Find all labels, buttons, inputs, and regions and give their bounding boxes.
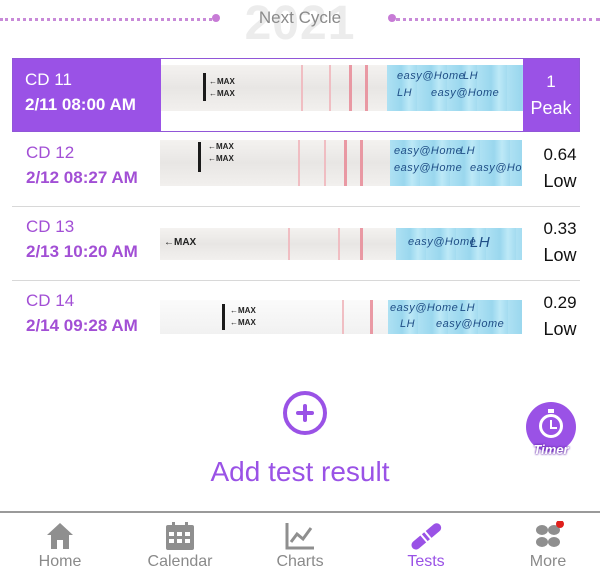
strip-brand: easy@Home [431,87,500,99]
test-datetime: 2/13 10:20 AM [26,242,138,261]
test-datetime: 2/11 08:00 AM [25,95,136,114]
nav-home[interactable]: Home [0,513,120,579]
timer-label: Timer [533,442,569,457]
strip-max-label: ←MAX [209,77,235,86]
strip-max-label: ←MAX [208,154,234,163]
strip-lh: LH [400,318,416,330]
test-strip-image: ←MAX ←MAX easy@Home LH LH easy@Home [161,65,523,111]
result-value: 1 [546,72,556,91]
test-row[interactable]: CD 12 2/12 08:27 AM ←MAX ←MAX easy@Home … [0,132,600,206]
strip-brand: easy@Home [436,318,505,330]
test-meta: CD 13 2/13 10:20 AM [14,206,160,280]
result-value: 0.64 [543,145,577,164]
test-datetime: 2/12 08:27 AM [26,168,138,187]
nav-charts[interactable]: Charts [240,513,360,579]
test-strip-image: ←MAX ←MAX easy@Home LH LH easy@Home [160,300,522,334]
cycle-day: CD 14 [26,291,75,310]
strip-max-label: ←MAX [230,306,256,315]
test-result: 0.64 Low [526,132,594,206]
nav-calendar[interactable]: Calendar [120,513,240,579]
timer-button[interactable]: Timer [526,402,576,458]
test-strip-image: ←MAX ←MAX easy@Home LH easy@Home easy@Ho… [160,140,522,186]
cycle-header: 2021 Next Cycle [0,0,600,48]
result-level: Peak [530,98,572,118]
test-meta: CD 14 2/14 09:28 AM [14,280,160,354]
test-meta: CD 12 2/12 08:27 AM [14,132,160,206]
more-icon [536,521,564,547]
nav-charts-label: Charts [276,553,324,570]
nav-more-label: More [529,553,567,570]
strip-brand: easy@Home [408,236,477,248]
nav-more[interactable]: More [488,513,600,579]
test-row[interactable]: CD 11 2/11 08:00 AM ←MAX ←MAX easy@Home … [12,58,580,132]
cycle-day: CD 13 [26,217,75,236]
test-strip-icon [411,523,442,550]
add-test-icon[interactable] [283,391,327,435]
nav-tests[interactable]: Tests [366,513,486,579]
result-level: Low [543,245,577,265]
add-test-result-button[interactable]: Add test result [0,456,600,488]
test-row[interactable]: CD 13 2/13 10:20 AM ←MAX easy@Home LH 0.… [0,206,600,280]
test-result: 0.29 Low [526,280,594,354]
strip-brand: easy@Home [390,302,459,314]
result-value: 0.33 [543,219,577,238]
result-value: 0.29 [543,293,577,312]
strip-brand: easy@Home [394,162,463,174]
strip-brand: easy@Home [394,145,463,157]
home-icon [47,523,73,549]
result-level: Low [543,171,577,191]
strip-lh: LH [470,234,491,251]
test-result: 0.33 Low [526,206,594,280]
test-result: 1 Peak [523,59,579,131]
strip-lh: LH [460,302,476,314]
chart-icon [285,523,314,550]
strip-brand: easy@Home [397,70,466,82]
strip-max-label: ←MAX [208,142,234,151]
cycle-day: CD 11 [25,70,72,89]
cycle-day: CD 12 [26,143,75,162]
strip-max-label: ←MAX [164,237,197,248]
nav-home-label: Home [38,553,82,570]
strip-lh: LH [460,145,476,157]
test-strip-image: ←MAX easy@Home LH [160,228,522,260]
result-level: Low [543,319,577,339]
strip-max-label: ←MAX [209,89,235,98]
test-datetime: 2/14 09:28 AM [26,316,138,335]
strip-max-label: ←MAX [230,318,256,327]
strip-lh: LH [463,70,479,82]
nav-tests-label: Tests [407,553,445,570]
strip-brand: easy@Home [470,162,522,174]
test-meta: CD 11 2/11 08:00 AM [13,59,161,131]
calendar-icon [166,522,194,550]
bottom-nav: Home Calendar Charts Tests More [0,511,600,579]
test-row[interactable]: CD 14 2/14 09:28 AM ←MAX ←MAX easy@Home … [0,280,600,354]
strip-lh: LH [397,87,413,99]
nav-calendar-label: Calendar [147,553,213,570]
cycle-title[interactable]: Next Cycle [0,8,600,28]
